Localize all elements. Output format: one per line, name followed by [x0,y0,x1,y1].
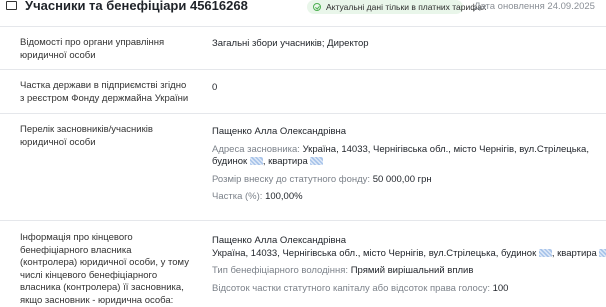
founder-capital-value: 50 000,00 грн [372,174,432,185]
beneficiary-percent-value: 100 [492,283,509,294]
masked-value[interactable] [538,249,552,257]
folder-icon [6,1,17,10]
founder-building-label: будинок [212,156,248,167]
founder-capital: Розмір внеску до статутного фонду: 50 00… [212,173,432,186]
founders-label: Перелік засновників/учасників юридичної … [20,124,153,148]
section-title: Учасники та бенефіціари 45616268 [25,0,248,13]
governance-label: Відомості про органи управління юридично… [20,37,165,61]
founder-capital-label: Розмір внеску до статутного фонду: [212,174,371,185]
beneficiary-percent-label: Відсоток частки статутного капіталу або … [212,283,490,294]
section-header: Учасники та бенефіціари 45616268 Актуаль… [0,0,606,17]
founder-address-line1: Україна, 14033, Чернігівська обл., місто… [302,144,589,155]
founder-share: Частка (%): 100,00% [212,190,303,203]
masked-value[interactable] [599,249,606,257]
founder-address-line2: будинок , квартира [212,155,324,168]
founder-address-label: Адреса засновника: [212,144,300,155]
divider [0,26,606,27]
beneficiary-address: Україна, 14033, Чернігівська обл., місто… [212,247,606,260]
beneficiary-apartment-label: , квартира [551,248,597,259]
update-date: Дата оновлення 24.09.2025 [474,1,595,12]
governance-value: Загальні збори учасників; Директор [212,38,369,49]
beneficiary-type-label: Тип бенефіціарного володіння: [212,265,349,276]
beneficiary-type: Тип бенефіціарного володіння: Прямий вир… [212,264,473,277]
beneficiary-name: Пащенко Алла Олександрівна [212,235,347,246]
divider [0,113,606,114]
founder-name: Пащенко Алла Олександрівна [212,126,347,137]
state-share-value: 0 [212,82,218,93]
masked-value[interactable] [310,157,324,165]
divider [0,69,606,70]
beneficiary-type-value: Прямий вирішальний вплив [350,265,474,276]
paid-data-badge[interactable]: Актуальні дані тільки в платних тарифах [307,0,486,14]
badge-label: Актуальні дані тільки в платних тарифах [326,2,487,12]
masked-value[interactable] [249,157,263,165]
founder-share-value: 100,00% [265,191,303,202]
check-circle-icon [313,3,321,11]
divider [0,220,606,221]
founder-share-label: Частка (%): [212,191,263,202]
beneficiary-percent: Відсоток частки статутного капіталу або … [212,282,508,295]
founder-apartment-label: , квартира [262,156,308,167]
beneficiary-address-text: Україна, 14033, Чернігівська обл., місто… [212,248,537,259]
state-share-label: Частка держави в підприємстві згідно з р… [20,80,189,104]
